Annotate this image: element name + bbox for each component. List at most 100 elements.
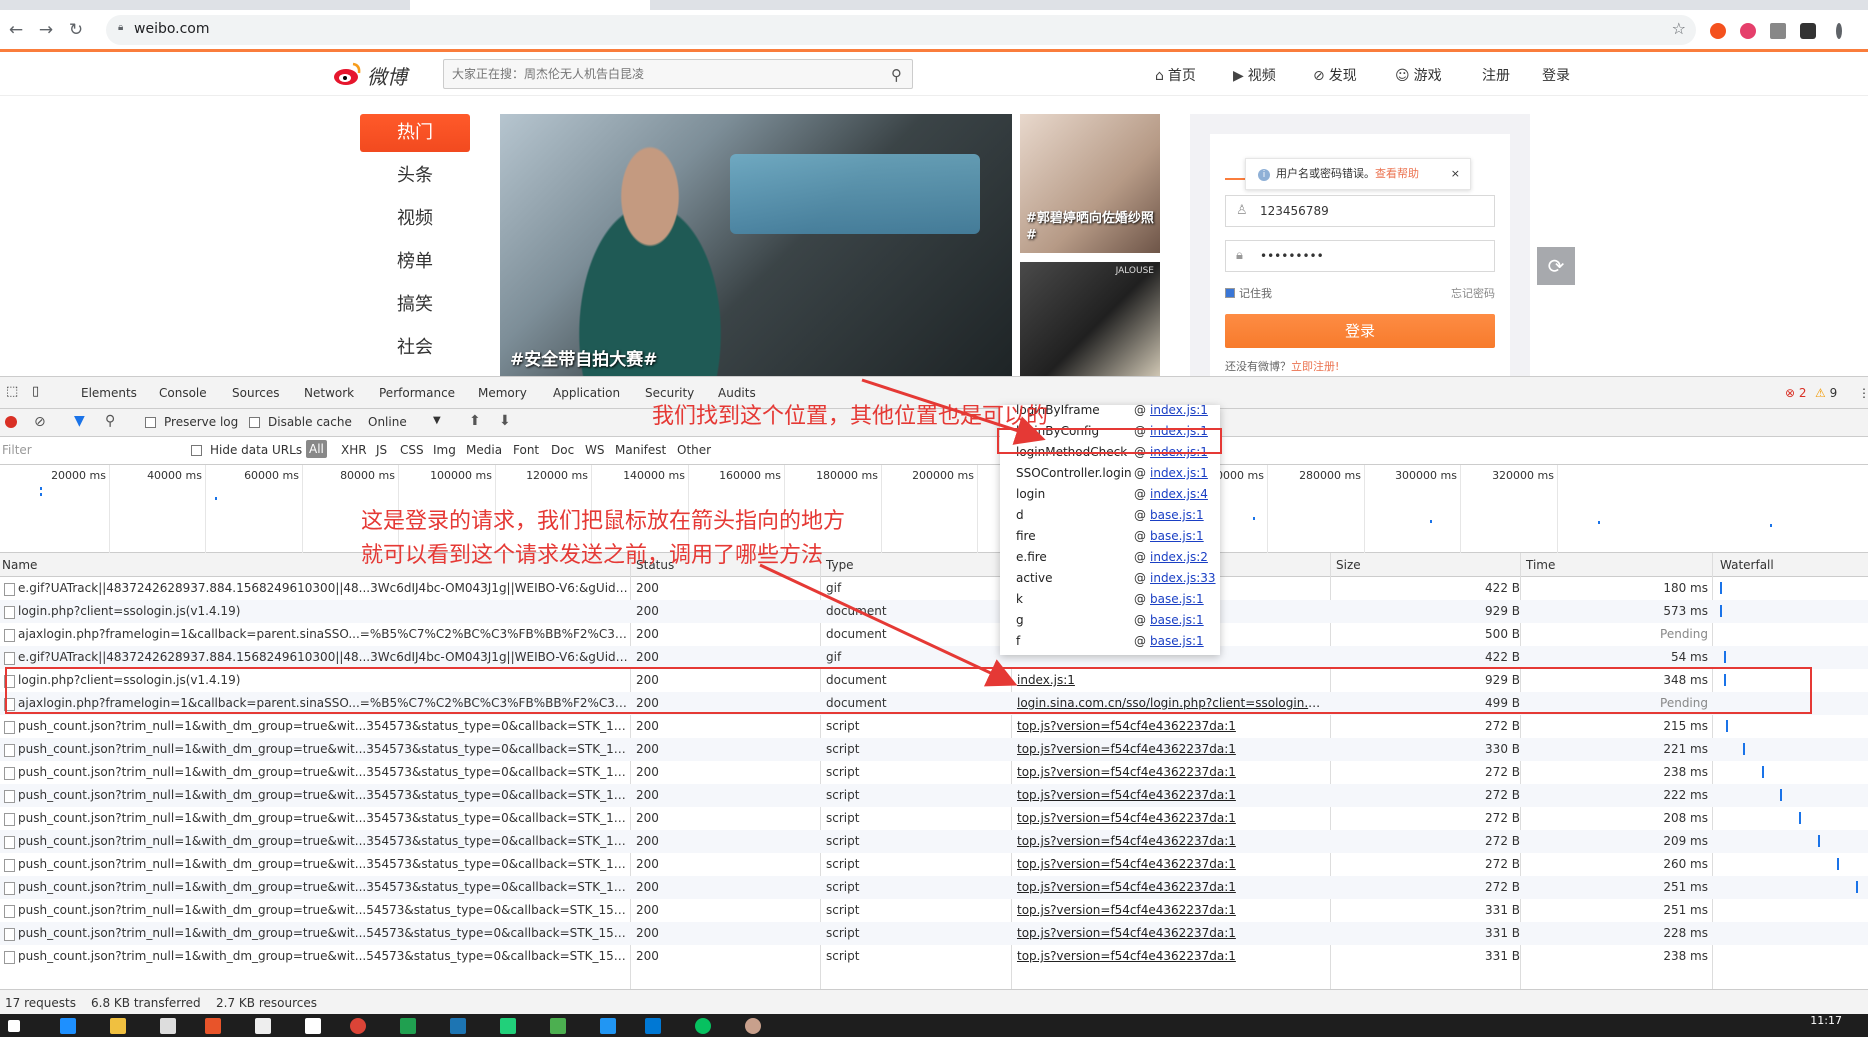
edge-icon[interactable] xyxy=(60,1018,76,1034)
stack-frame-source-link[interactable]: base.js:1 xyxy=(1150,526,1204,547)
table-row[interactable]: e.gif?UATrack||4837242628937.884.1568249… xyxy=(0,577,1868,600)
filter-type-css[interactable]: CSS xyxy=(400,443,424,457)
extension-icon[interactable] xyxy=(1770,23,1786,39)
stack-frame-source-link[interactable]: index.js:33 xyxy=(1150,568,1216,589)
weibo-logo[interactable]: 微博 xyxy=(333,59,423,89)
table-row[interactable]: push_count.json?trim_null=1&with_dm_grou… xyxy=(0,738,1868,761)
stack-frame[interactable]: fire @ base.js:1 xyxy=(1000,526,1220,547)
left-nav-item-society[interactable]: 社会 xyxy=(360,329,470,367)
filter-type-doc[interactable]: Doc xyxy=(551,443,574,457)
stack-frame[interactable]: login @ index.js:4 xyxy=(1000,484,1220,505)
stack-frame[interactable]: g @ base.js:1 xyxy=(1000,610,1220,631)
tab-performance[interactable]: Performance xyxy=(379,386,455,400)
clear-icon[interactable]: ⊘ xyxy=(34,414,46,430)
left-nav-item-headline[interactable]: 头条 xyxy=(360,157,470,195)
left-nav-item-video[interactable]: 视频 xyxy=(360,200,470,238)
extension-icon[interactable] xyxy=(1740,23,1756,39)
username-field[interactable]: ♙ 123456789 xyxy=(1225,195,1495,227)
col-type[interactable]: Type xyxy=(826,558,854,572)
left-nav-item-funny[interactable]: 搞笑 xyxy=(360,286,470,324)
search-icon[interactable]: ⚲ xyxy=(891,66,902,84)
table-row[interactable]: push_count.json?trim_null=1&with_dm_grou… xyxy=(0,807,1868,830)
menu-icon[interactable] xyxy=(1836,23,1842,39)
tab-memory[interactable]: Memory xyxy=(478,386,527,400)
stack-frame-source-link[interactable]: index.js:1 xyxy=(1150,400,1208,421)
filter-type-img[interactable]: Img xyxy=(433,443,456,457)
error-count[interactable]: ⊗ 2 xyxy=(1785,386,1807,400)
table-row[interactable]: push_count.json?trim_null=1&with_dm_grou… xyxy=(0,830,1868,853)
stack-frame-source-link[interactable]: base.js:1 xyxy=(1150,610,1204,631)
disable-cache-checkbox[interactable] xyxy=(249,417,260,428)
stack-frame-source-link[interactable]: base.js:1 xyxy=(1150,589,1204,610)
chevron-down-icon[interactable]: ▼ xyxy=(433,415,441,426)
devtools-menu-icon[interactable]: ⋮ xyxy=(1858,386,1868,400)
nav-game[interactable]: ☺ 游戏 xyxy=(1395,65,1442,85)
app-icon[interactable] xyxy=(400,1018,416,1034)
inspect-icon[interactable]: ⬚ xyxy=(6,384,18,399)
table-row[interactable]: e.gif?UATrack||4837242628937.884.1568249… xyxy=(0,646,1868,669)
address-bar[interactable]: 🔒︎ weibo.com ☆ xyxy=(106,15,1696,45)
remember-checkbox[interactable] xyxy=(1225,288,1235,298)
warning-count[interactable]: ⚠ 9 xyxy=(1815,386,1837,400)
login-button[interactable]: 登录 xyxy=(1225,314,1495,348)
request-initiator[interactable]: top.js?version=f54cf4e4362237da:1 xyxy=(1017,784,1322,807)
stack-frame-source-link[interactable]: index.js:4 xyxy=(1150,484,1208,505)
nav-login[interactable]: 登录 xyxy=(1542,65,1570,85)
side-photo-magazine[interactable]: JALOUSE xyxy=(1020,262,1160,376)
request-initiator[interactable]: top.js?version=f54cf4e4362237da:1 xyxy=(1017,830,1322,853)
filter-input[interactable]: Filter xyxy=(2,443,172,457)
stack-frame-source-link[interactable]: index.js:1 xyxy=(1150,463,1208,484)
app-icon[interactable] xyxy=(450,1018,466,1034)
password-field[interactable]: 🔒︎ ••••••••• xyxy=(1225,240,1495,272)
filter-type-all[interactable]: All xyxy=(306,440,327,458)
stack-frame-source-link[interactable]: index.js:2 xyxy=(1150,547,1208,568)
vscode-icon[interactable] xyxy=(645,1018,661,1034)
filter-type-font[interactable]: Font xyxy=(513,443,539,457)
stack-frame-source-link[interactable]: base.js:1 xyxy=(1150,505,1204,526)
search-input[interactable] xyxy=(444,60,864,88)
table-row[interactable]: push_count.json?trim_null=1&with_dm_grou… xyxy=(0,899,1868,922)
filter-type-other[interactable]: Other xyxy=(677,443,711,457)
nav-register[interactable]: 注册 xyxy=(1482,65,1510,85)
record-icon[interactable] xyxy=(5,416,17,428)
nav-discover[interactable]: ⊘ 发现 xyxy=(1313,65,1357,85)
table-row[interactable]: ajaxlogin.php?framelogin=1&callback=pare… xyxy=(0,623,1868,646)
extension-icon[interactable] xyxy=(1710,23,1726,39)
extension-icon[interactable] xyxy=(1800,23,1816,39)
filter-type-xhr[interactable]: XHR xyxy=(341,443,367,457)
nav-video[interactable]: ▶ 视频 xyxy=(1233,65,1276,85)
app-icon[interactable] xyxy=(205,1018,221,1034)
filter-type-media[interactable]: Media xyxy=(466,443,502,457)
request-initiator[interactable]: top.js?version=f54cf4e4362237da:1 xyxy=(1017,738,1322,761)
table-row[interactable]: push_count.json?trim_null=1&with_dm_grou… xyxy=(0,922,1868,945)
forgot-password-link[interactable]: 忘记密码 xyxy=(1451,285,1495,301)
table-row[interactable]: push_count.json?trim_null=1&with_dm_grou… xyxy=(0,715,1868,738)
stack-frame[interactable]: d @ base.js:1 xyxy=(1000,505,1220,526)
request-initiator[interactable]: top.js?version=f54cf4e4362237da:1 xyxy=(1017,922,1322,945)
wechat-icon[interactable] xyxy=(695,1018,711,1034)
request-initiator[interactable]: top.js?version=f54cf4e4362237da:1 xyxy=(1017,945,1322,968)
request-initiator[interactable]: top.js?version=f54cf4e4362237da:1 xyxy=(1017,899,1322,922)
search-box[interactable]: ⚲ xyxy=(443,59,913,89)
table-row[interactable]: push_count.json?trim_null=1&with_dm_grou… xyxy=(0,853,1868,876)
tab-application[interactable]: Application xyxy=(553,386,620,400)
app-icon[interactable] xyxy=(550,1018,566,1034)
filter-type-ws[interactable]: WS xyxy=(585,443,604,457)
search-icon[interactable]: ⚲ xyxy=(105,413,115,429)
export-icon[interactable]: ⬇ xyxy=(499,413,511,429)
preserve-log-checkbox[interactable] xyxy=(145,417,156,428)
webstorm-icon[interactable] xyxy=(600,1018,616,1034)
bookmark-star-icon[interactable]: ☆ xyxy=(1672,19,1686,38)
chrome-icon[interactable] xyxy=(350,1018,366,1034)
stack-frame[interactable]: f @ base.js:1 xyxy=(1000,631,1220,652)
table-row[interactable]: push_count.json?trim_null=1&with_dm_grou… xyxy=(0,945,1868,968)
help-link[interactable]: 查看帮助 xyxy=(1375,167,1419,180)
pycharm-icon[interactable] xyxy=(500,1018,516,1034)
request-initiator[interactable]: top.js?version=f54cf4e4362237da:1 xyxy=(1017,761,1322,784)
app-icon[interactable] xyxy=(305,1018,321,1034)
table-row[interactable]: push_count.json?trim_null=1&with_dm_grou… xyxy=(0,784,1868,807)
nav-home[interactable]: ⌂ 首页 xyxy=(1155,65,1196,85)
back-icon[interactable]: ← xyxy=(4,18,28,42)
filter-type-js[interactable]: JS xyxy=(376,443,387,457)
request-initiator[interactable]: top.js?version=f54cf4e4362237da:1 xyxy=(1017,715,1322,738)
